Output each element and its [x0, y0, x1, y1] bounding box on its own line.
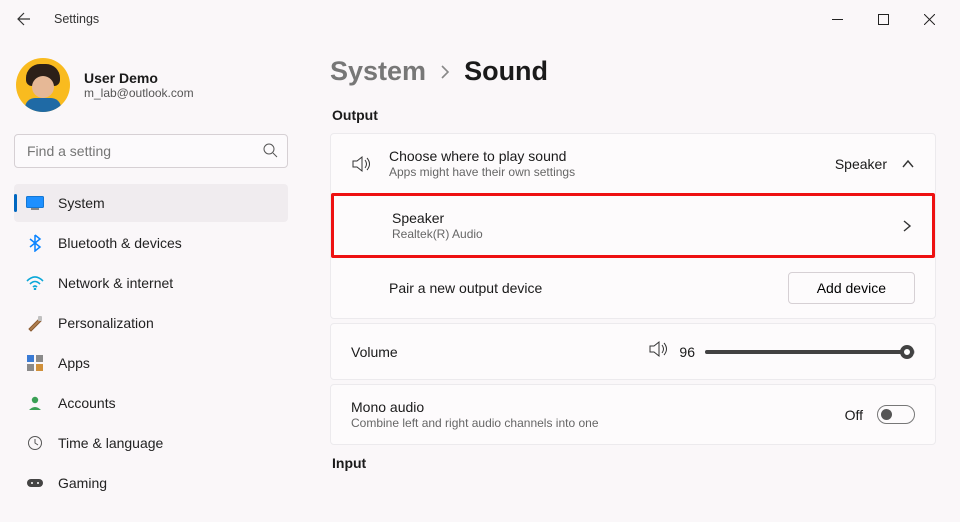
- search-icon: [262, 142, 278, 163]
- volume-label: Volume: [351, 344, 398, 360]
- sidebar-item-label: Bluetooth & devices: [58, 235, 182, 251]
- window-title: Settings: [54, 12, 99, 26]
- sound-icon: [351, 155, 373, 173]
- speaker-row[interactable]: Speaker Realtek(R) Audio: [334, 196, 932, 255]
- chevron-right-icon: [902, 219, 912, 233]
- volume-card: Volume 96: [330, 323, 936, 380]
- back-button[interactable]: [8, 3, 40, 35]
- sidebar-item-label: Apps: [58, 355, 90, 371]
- sidebar-item-personalization[interactable]: Personalization: [14, 304, 288, 342]
- sidebar-item-accounts[interactable]: Accounts: [14, 384, 288, 422]
- clock-icon: [26, 434, 44, 452]
- apps-icon: [26, 354, 44, 372]
- breadcrumb-parent[interactable]: System: [330, 56, 426, 87]
- volume-value: 96: [679, 344, 695, 360]
- sidebar: User Demo m_lab@outlook.com System Bluet…: [0, 38, 302, 522]
- breadcrumb: System Sound: [330, 56, 936, 87]
- output-section-title: Output: [332, 107, 936, 123]
- chevron-right-icon: [440, 64, 450, 80]
- sidebar-item-label: Personalization: [58, 315, 154, 331]
- maximize-button[interactable]: [860, 3, 906, 35]
- avatar: [16, 58, 70, 112]
- add-device-button[interactable]: Add device: [788, 272, 915, 304]
- selected-output-value: Speaker: [835, 156, 887, 172]
- sidebar-item-system[interactable]: System: [14, 184, 288, 222]
- sidebar-item-time-language[interactable]: Time & language: [14, 424, 288, 462]
- mono-audio-state: Off: [845, 407, 863, 423]
- maximize-icon: [878, 14, 889, 25]
- close-button[interactable]: [906, 3, 952, 35]
- close-icon: [924, 14, 935, 25]
- profile-name: User Demo: [84, 70, 194, 86]
- gaming-icon: [26, 474, 44, 492]
- wifi-icon: [26, 274, 44, 292]
- sidebar-item-label: Accounts: [58, 395, 116, 411]
- bluetooth-icon: [26, 234, 44, 252]
- search-input[interactable]: [14, 134, 288, 168]
- mono-audio-row: Mono audio Combine left and right audio …: [331, 385, 935, 444]
- sidebar-item-label: System: [58, 195, 105, 211]
- titlebar: Settings: [0, 0, 960, 38]
- row-title: Pair a new output device: [389, 280, 772, 296]
- row-subtitle: Realtek(R) Audio: [392, 227, 886, 241]
- sidebar-item-gaming[interactable]: Gaming: [14, 464, 288, 502]
- minimize-icon: [832, 14, 843, 25]
- row-title: Mono audio: [351, 399, 829, 415]
- search-box: [14, 134, 288, 168]
- choose-output-row[interactable]: Choose where to play sound Apps might ha…: [331, 134, 935, 193]
- row-subtitle: Combine left and right audio channels in…: [351, 416, 829, 430]
- main-content: System Sound Output Choose where to play…: [302, 38, 960, 522]
- highlight-box: Speaker Realtek(R) Audio: [331, 193, 935, 258]
- mono-audio-toggle[interactable]: [877, 405, 915, 424]
- window-controls: [814, 3, 952, 35]
- sidebar-item-bluetooth[interactable]: Bluetooth & devices: [14, 224, 288, 262]
- row-title: Speaker: [392, 210, 886, 226]
- output-card: Choose where to play sound Apps might ha…: [330, 133, 936, 319]
- minimize-button[interactable]: [814, 3, 860, 35]
- volume-icon[interactable]: [649, 340, 669, 363]
- sidebar-item-apps[interactable]: Apps: [14, 344, 288, 382]
- back-arrow-icon: [16, 11, 32, 27]
- sidebar-item-label: Gaming: [58, 475, 107, 491]
- mono-audio-card: Mono audio Combine left and right audio …: [330, 384, 936, 445]
- profile-email: m_lab@outlook.com: [84, 86, 194, 100]
- chevron-up-icon: [901, 159, 915, 169]
- sidebar-item-label: Time & language: [58, 435, 163, 451]
- breadcrumb-current: Sound: [464, 56, 548, 87]
- person-icon: [26, 394, 44, 412]
- input-section-title: Input: [332, 455, 936, 471]
- row-title: Choose where to play sound: [389, 148, 819, 164]
- display-icon: [26, 194, 44, 212]
- row-subtitle: Apps might have their own settings: [389, 165, 819, 179]
- sidebar-item-network[interactable]: Network & internet: [14, 264, 288, 302]
- pair-device-row: Pair a new output device Add device: [331, 258, 935, 318]
- nav-list: System Bluetooth & devices Network & int…: [14, 184, 288, 502]
- profile-block[interactable]: User Demo m_lab@outlook.com: [14, 50, 288, 128]
- paintbrush-icon: [26, 314, 44, 332]
- volume-row: Volume 96: [331, 324, 935, 379]
- volume-slider[interactable]: [705, 350, 915, 354]
- sidebar-item-label: Network & internet: [58, 275, 173, 291]
